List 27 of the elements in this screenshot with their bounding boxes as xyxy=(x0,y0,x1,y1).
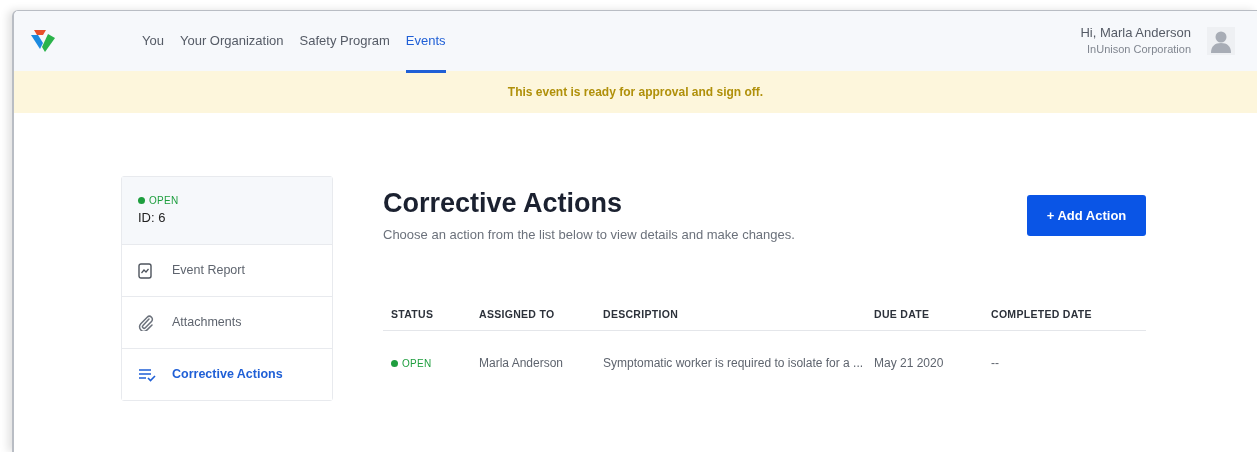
sidebar-item[interactable]: Corrective Actions xyxy=(122,348,332,400)
column-header: COMPLETED DATE xyxy=(991,307,1093,323)
column-header: ASSIGNED TO xyxy=(479,307,556,323)
nav-tab[interactable]: You xyxy=(142,12,164,73)
nav-tab[interactable]: Safety Program xyxy=(299,12,390,73)
status-label: OPEN xyxy=(402,356,432,371)
table-cell-text: Symptomatic worker is required to isolate for a ... xyxy=(603,355,865,373)
event-id: ID: 6 xyxy=(138,209,167,227)
page-title: Corrective Actions xyxy=(383,189,624,219)
table-cell-text: May 21 2020 xyxy=(874,355,945,373)
table-cell-text: Marla Anderson xyxy=(479,355,565,373)
nav-tab[interactable]: Your Organization xyxy=(179,12,284,73)
column-header: DUE DATE xyxy=(874,307,931,323)
status-label: OPEN xyxy=(149,194,179,208)
column-header: STATUS xyxy=(390,307,435,323)
chart-document-icon xyxy=(138,262,152,279)
organization-name: InUnison Corporation xyxy=(1086,41,1191,57)
logo-icon[interactable] xyxy=(28,28,58,54)
column-header: DESCRIPTION xyxy=(603,307,680,323)
checklist-icon xyxy=(138,367,156,382)
table-cell-text: -- xyxy=(991,355,1000,373)
table-row[interactable]: OPEN Marla Anderson Symptomatic worker is required to isolate for a ... May 21 2020 -- xyxy=(383,331,1146,396)
user-greeting: Hi, Marla Anderson xyxy=(1080,24,1191,41)
add-action-button[interactable]: + Add Action xyxy=(1027,195,1146,236)
page-subtitle: Choose an action from the list below to view details and make changes. xyxy=(383,225,795,244)
paperclip-icon xyxy=(138,314,154,331)
approval-message: This event is ready for approval and sign off. xyxy=(507,84,764,101)
